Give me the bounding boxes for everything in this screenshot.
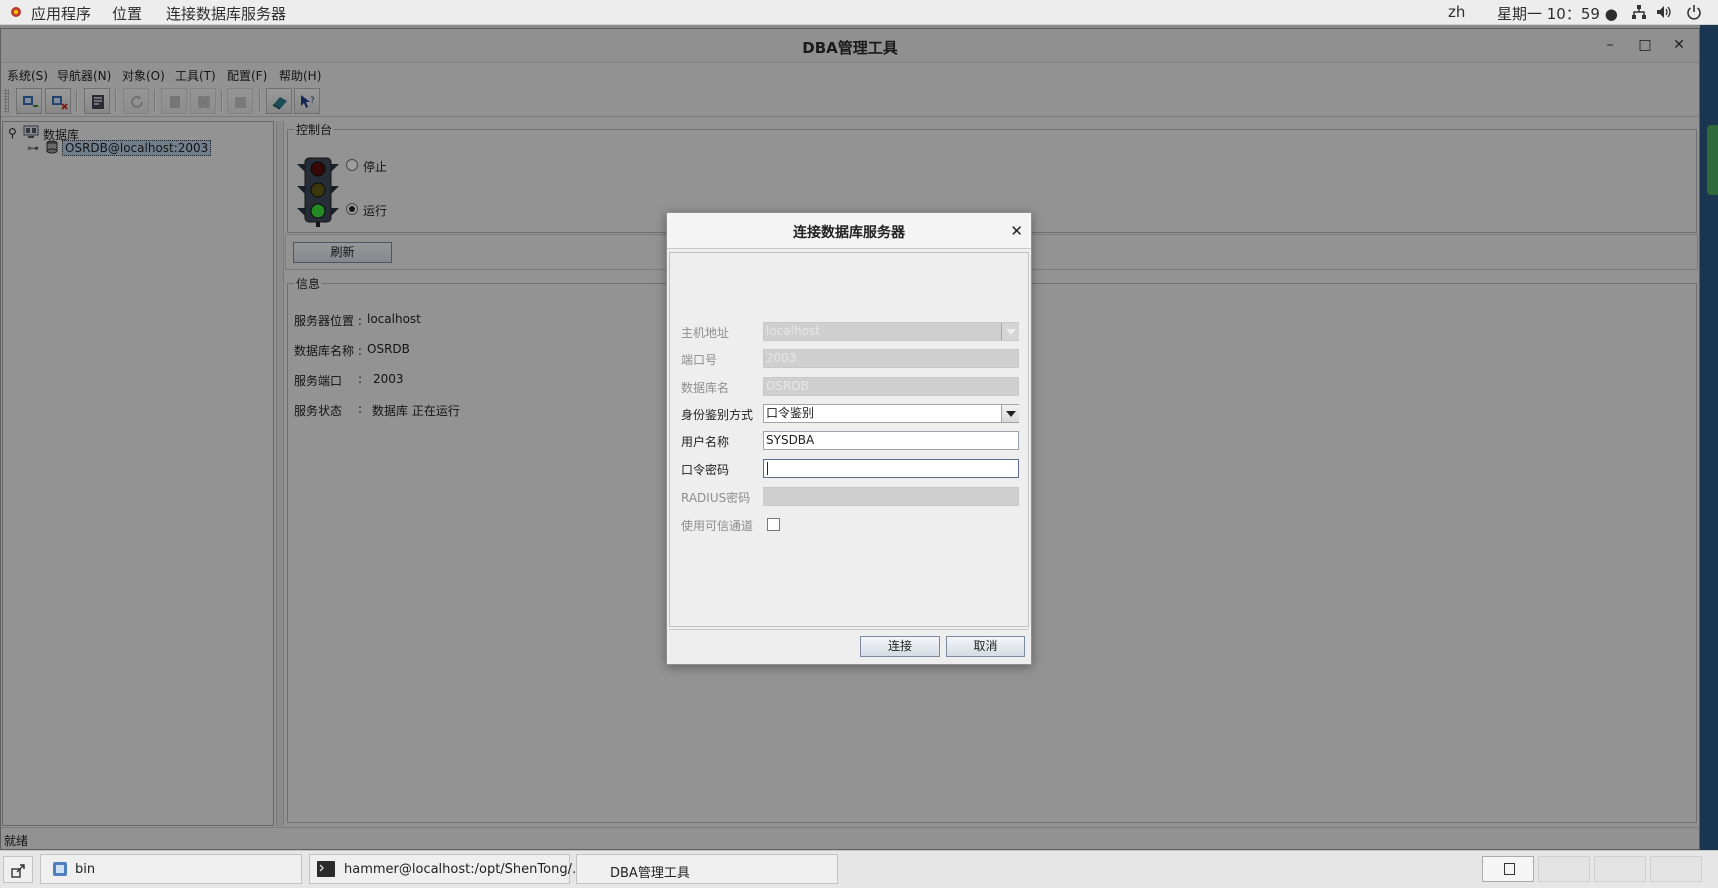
dialog-body: 主机地址 localhost 端口号 2003 数据库名 OSRDB 身份鉴别方…	[669, 252, 1029, 627]
power-icon[interactable]	[1686, 4, 1702, 20]
dialog-titlebar[interactable]: 连接数据库服务器 ✕	[667, 213, 1031, 249]
taskbar-label: bin	[75, 862, 96, 877]
trusted-channel-label: 使用可信通道	[681, 519, 754, 533]
connect-button[interactable]: 连接	[860, 636, 940, 657]
show-desktop-button[interactable]	[3, 856, 33, 883]
password-field[interactable]	[763, 459, 1019, 478]
text-cursor	[767, 462, 768, 475]
taskbar: bin hammer@localhost:/opt/ShenTong/… DBA…	[0, 850, 1718, 888]
show-desktop-icon	[11, 864, 25, 878]
taskbar-label: DBA管理工具	[610, 866, 690, 881]
applications-menu[interactable]: 应用程序	[31, 3, 91, 24]
trusted-channel-checkbox[interactable]	[767, 518, 780, 531]
places-menu[interactable]: 位置	[112, 3, 142, 24]
workspace-4[interactable]	[1650, 856, 1702, 882]
host-combo[interactable]: localhost	[763, 322, 1019, 341]
password-label: 口令密码	[681, 463, 730, 477]
radius-label: RADIUS密码	[681, 491, 751, 505]
port-label: 端口号	[681, 353, 718, 367]
dialog-close-icon[interactable]: ✕	[1010, 222, 1023, 240]
user-label: 用户名称	[681, 435, 730, 449]
taskbar-label: hammer@localhost:/opt/ShenTong/…	[344, 862, 585, 877]
active-app-menu[interactable]: 连接数据库服务器	[166, 3, 286, 24]
workspace-2[interactable]	[1538, 856, 1590, 882]
dialog-title: 连接数据库服务器	[793, 225, 905, 241]
workspace-1[interactable]	[1482, 856, 1534, 882]
auth-dropdown-icon[interactable]	[1001, 405, 1019, 422]
top-panel: 应用程序 位置 连接数据库服务器 zh 星期一 10：59 ●	[0, 0, 1718, 25]
taskbar-item-bin[interactable]: bin	[40, 854, 302, 884]
file-manager-icon	[53, 862, 67, 876]
auth-label: 身份鉴别方式	[681, 408, 754, 422]
workspace-3[interactable]	[1594, 856, 1646, 882]
connect-dialog: 连接数据库服务器 ✕ 主机地址 localhost 端口号 2003 数据库名 …	[666, 212, 1032, 665]
apps-menu-icon[interactable]	[9, 5, 23, 19]
host-dropdown-icon[interactable]	[1001, 323, 1019, 340]
port-field[interactable]: 2003	[763, 349, 1019, 368]
desktop-background	[1700, 25, 1718, 850]
auth-combo[interactable]: 口令鉴别	[763, 404, 1019, 423]
network-icon[interactable]	[1631, 4, 1647, 20]
host-label: 主机地址	[681, 326, 730, 340]
dbname-label: 数据库名	[681, 381, 730, 395]
cancel-button[interactable]: 取消	[946, 636, 1025, 657]
taskbar-item-dba-tool[interactable]: DBA管理工具	[576, 854, 838, 884]
taskbar-item-terminal[interactable]: hammer@localhost:/opt/ShenTong/…	[309, 854, 585, 884]
volume-icon[interactable]	[1656, 4, 1672, 20]
terminal-icon	[317, 861, 335, 877]
dialog-footer: 连接 取消	[669, 629, 1029, 662]
clock[interactable]: 星期一 10：59 ●	[1497, 3, 1618, 24]
user-field[interactable]: SYSDBA	[763, 431, 1019, 450]
dbname-field[interactable]: OSRDB	[763, 377, 1019, 396]
radius-field[interactable]	[763, 487, 1019, 506]
input-language[interactable]: zh	[1448, 3, 1465, 21]
